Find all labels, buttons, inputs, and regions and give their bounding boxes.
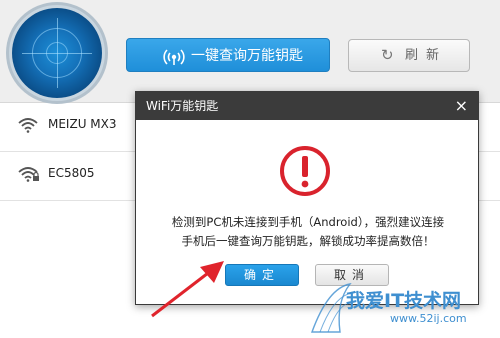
one-click-query-button[interactable]: 一键查询万能钥匙 [126,38,330,72]
message-line: 手机后一键查询万能钥匙，解锁成功率提高数倍！ [181,234,435,248]
message-line: 检测到PC机未连接到手机（Android），强烈建议连接 [171,215,445,229]
watermark: 我爱IT技术网 www.52ij.com [310,282,500,334]
close-icon[interactable]: × [455,92,468,120]
radar-logo [12,8,102,98]
network-name: EC5805 [48,166,95,180]
refresh-label: 刷新 [405,48,448,63]
dialog-message: 检测到PC机未连接到手机（Android），强烈建议连接 手机后一键查询万能钥匙… [150,213,466,251]
refresh-icon: ↻ [381,46,394,64]
wifi-icon [18,117,38,137]
radar-line [22,53,92,54]
dialog-title: WiFi万能钥匙 [146,99,219,113]
wifi-signal-icon [163,45,185,80]
watermark-url: www.52ij.com [390,312,467,325]
warning-icon [278,144,332,202]
one-click-query-label: 一键查询万能钥匙 [191,48,303,64]
refresh-button[interactable]: ↻ 刷新 [348,39,470,72]
ok-button[interactable]: 确定 [225,264,299,286]
network-name: MEIZU MX3 [48,117,117,131]
annotation-arrow-icon [148,258,228,324]
dialog-titlebar: WiFi万能钥匙 × [136,92,478,120]
toolbar: 一键查询万能钥匙 ↻ 刷新 [0,0,500,103]
watermark-text: 我爱IT技术网 [346,290,462,312]
wifi-lock-icon [18,166,40,186]
